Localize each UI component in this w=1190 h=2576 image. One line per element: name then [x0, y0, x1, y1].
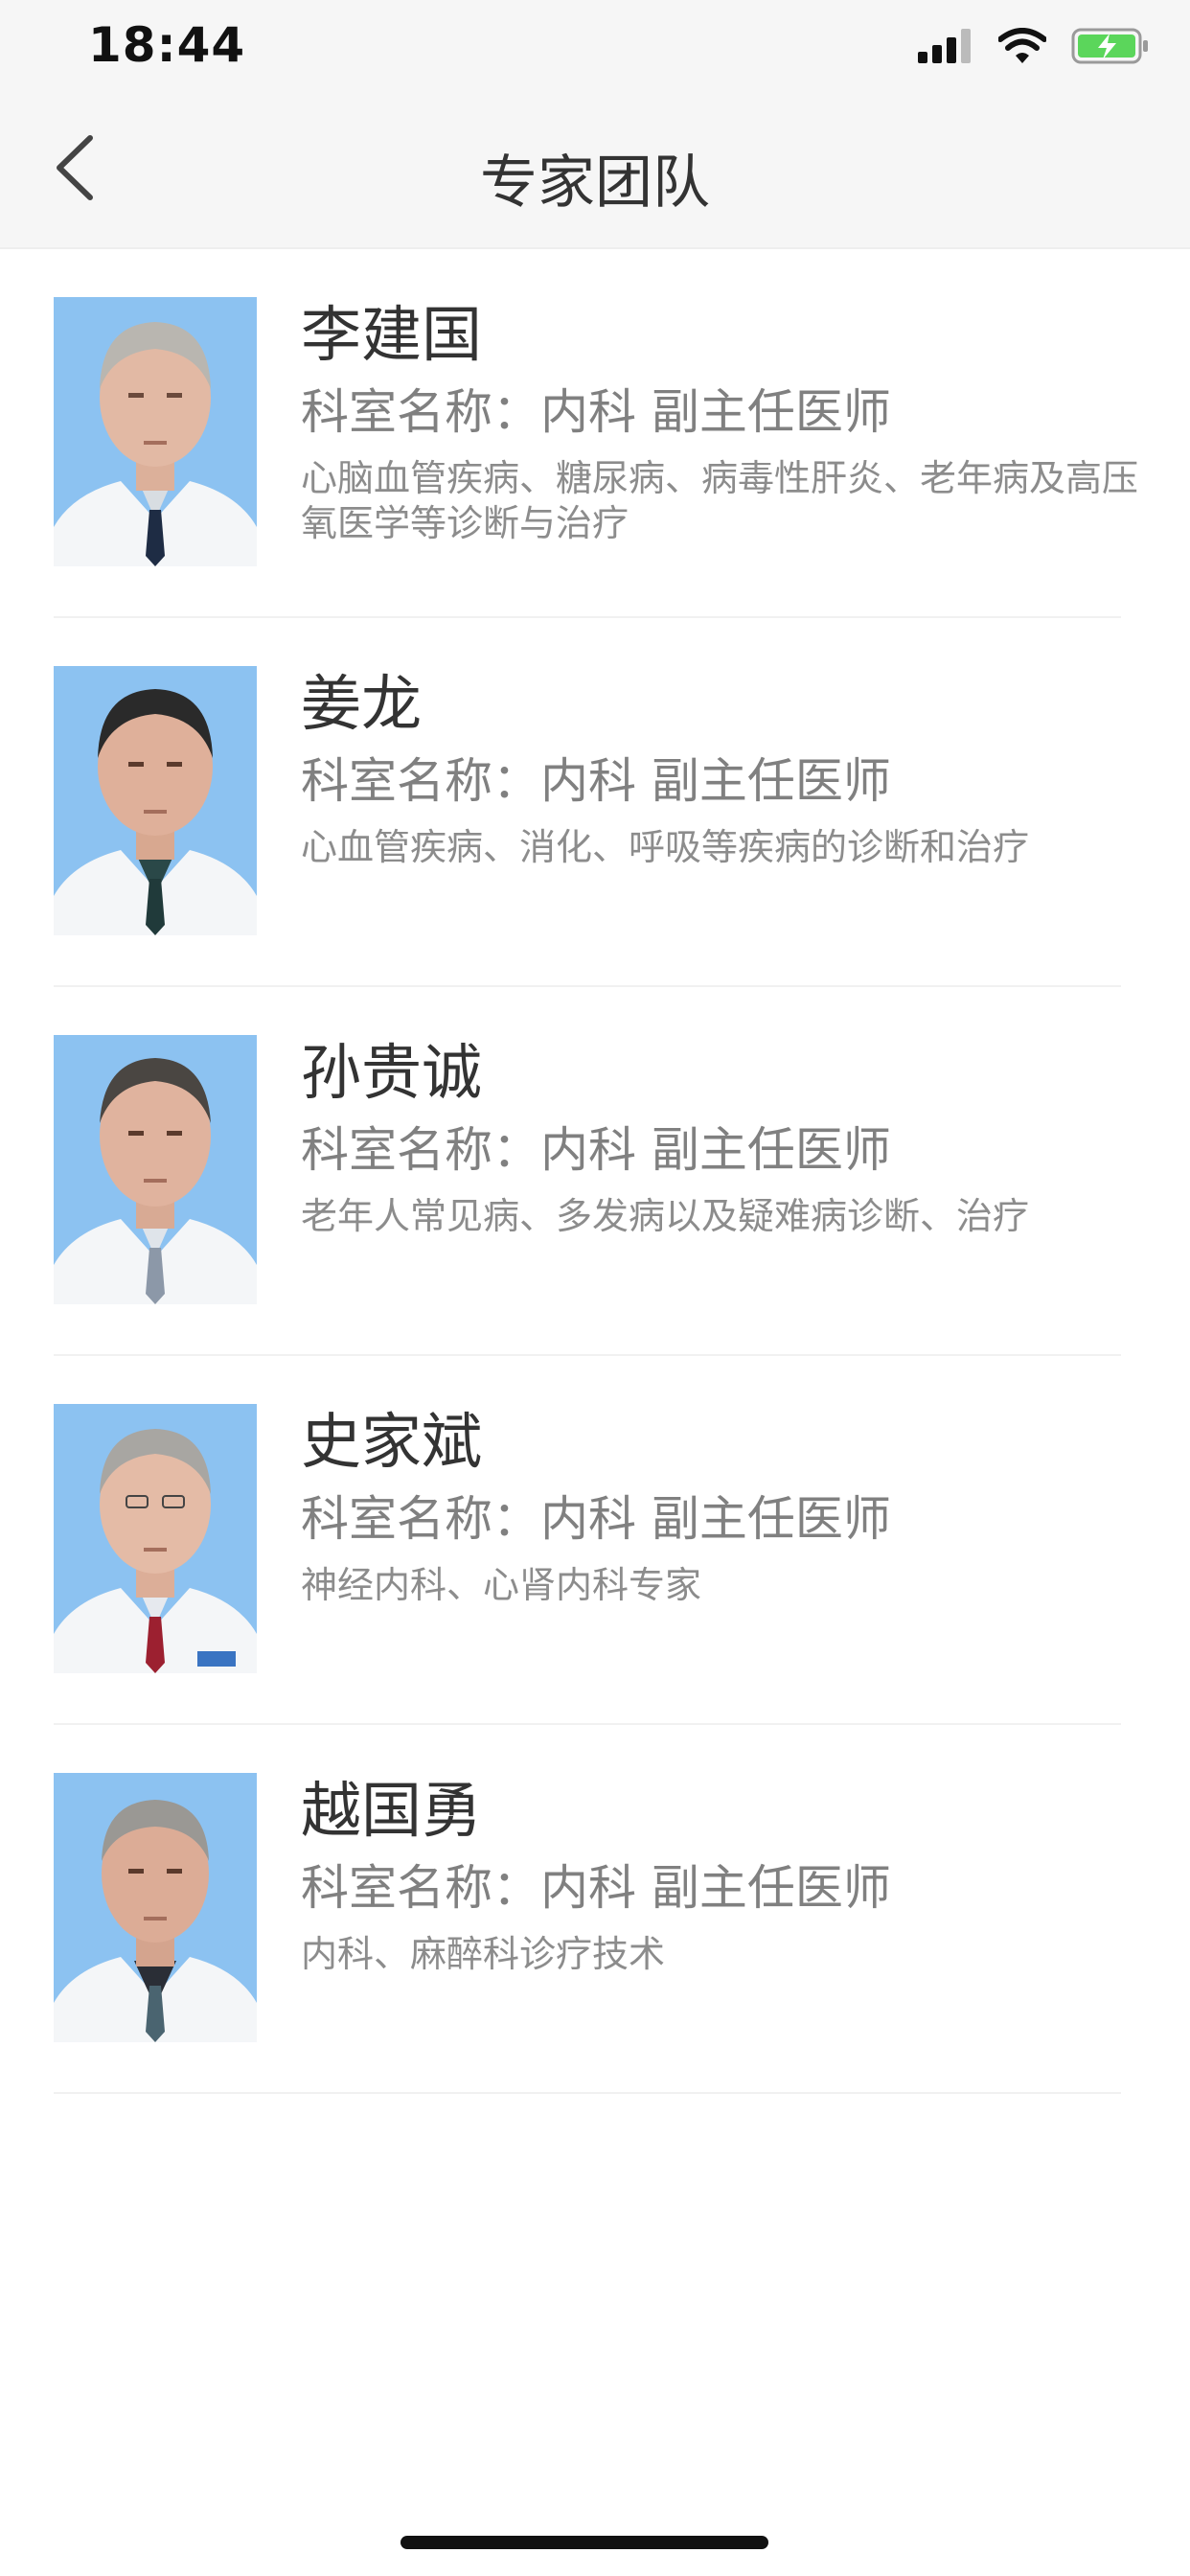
doctor-name: 李建国	[301, 300, 482, 370]
nav-bar: 专家团队	[0, 92, 1190, 249]
doctor-item[interactable]: 李建国 科室名称：内科 副主任医师 心脑血管疾病、糖尿病、病毒性肝炎、老年病及高…	[0, 249, 1190, 618]
doctor-portrait	[54, 666, 257, 935]
doctor-portrait	[54, 297, 257, 566]
doctor-item[interactable]: 史家斌 科室名称：内科 副主任医师 神经内科、心肾内科专家	[0, 1356, 1190, 1725]
doctor-department: 科室名称：内科 副主任医师	[301, 384, 891, 440]
doctor-specialty: 心脑血管疾病、糖尿病、病毒性肝炎、老年病及高压氧医学等诊断与治疗	[301, 457, 1139, 544]
doctor-photo	[54, 1035, 257, 1304]
doctor-specialty: 内科、麻醉科诊疗技术	[301, 1933, 666, 1975]
page-title: 专家团队	[480, 150, 710, 217]
doctor-portrait	[54, 1035, 257, 1304]
doctor-photo	[54, 1773, 257, 2042]
doctor-specialty: 老年人常见病、多发病以及疑难病诊断、治疗	[301, 1195, 1030, 1237]
doctor-list: 李建国 科室名称：内科 副主任医师 心脑血管疾病、糖尿病、病毒性肝炎、老年病及高…	[0, 249, 1190, 2094]
doctor-specialty: 神经内科、心肾内科专家	[301, 1564, 702, 1606]
doctor-name: 越国勇	[301, 1776, 482, 1846]
doctor-department: 科室名称：内科 副主任医师	[301, 1860, 891, 1916]
doctor-portrait	[54, 1404, 257, 1673]
doctor-name: 史家斌	[301, 1407, 482, 1477]
status-icons	[918, 27, 1150, 69]
doctor-photo	[54, 297, 257, 566]
doctor-portrait	[54, 1773, 257, 2042]
doctor-photo	[54, 666, 257, 935]
doctor-photo	[54, 1404, 257, 1673]
status-time: 18:44	[88, 17, 246, 73]
doctor-department: 科室名称：内科 副主任医师	[301, 1491, 891, 1547]
status-bar: 18:44	[0, 0, 1190, 92]
battery-charging-icon	[1071, 28, 1150, 68]
doctor-name: 姜龙	[301, 669, 422, 739]
doctor-item[interactable]: 姜龙 科室名称：内科 副主任医师 心血管疾病、消化、呼吸等疾病的诊断和治疗	[0, 618, 1190, 987]
home-indicator[interactable]	[400, 2536, 768, 2549]
doctor-department: 科室名称：内科 副主任医师	[301, 753, 891, 809]
doctor-item[interactable]: 孙贵诚 科室名称：内科 副主任医师 老年人常见病、多发病以及疑难病诊断、治疗	[0, 987, 1190, 1356]
doctor-item[interactable]: 越国勇 科室名称：内科 副主任医师 内科、麻醉科诊疗技术	[0, 1725, 1190, 2094]
doctor-name: 孙贵诚	[301, 1038, 482, 1108]
signal-icon	[918, 29, 973, 67]
doctor-department: 科室名称：内科 副主任医师	[301, 1122, 891, 1178]
wifi-icon	[997, 28, 1047, 68]
doctor-specialty: 心血管疾病、消化、呼吸等疾病的诊断和治疗	[301, 826, 1030, 868]
